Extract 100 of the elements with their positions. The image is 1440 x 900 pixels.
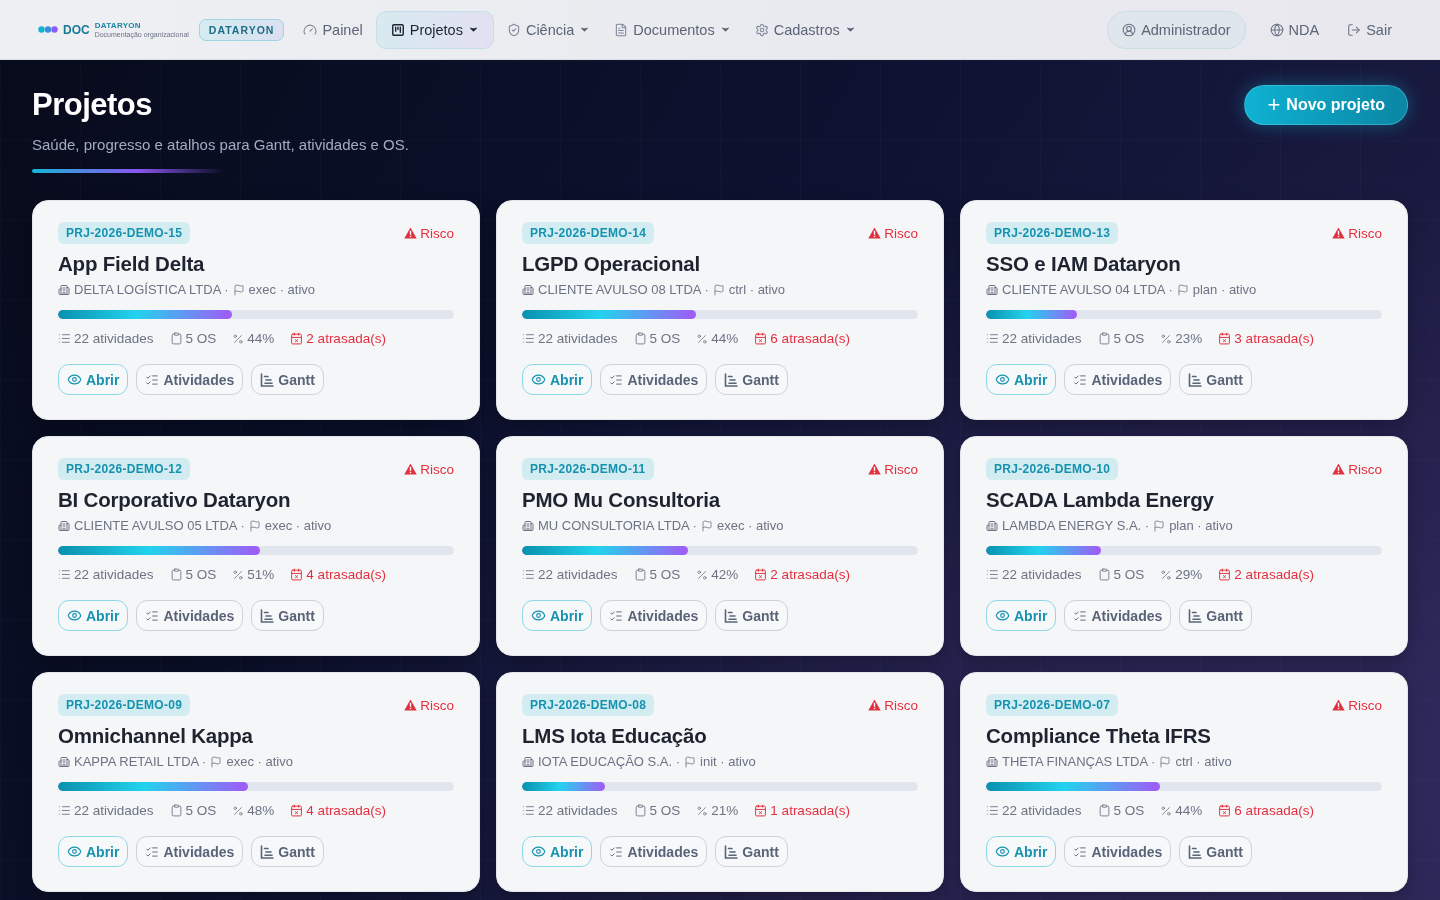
warning-icon [1332,227,1346,239]
project-code: PRJ-2026-DEMO-11 [522,458,654,480]
open-button[interactable]: Abrir [986,364,1057,395]
nav-item[interactable]: Projetos [375,10,494,49]
nav-item[interactable]: Ciência [495,10,602,49]
flag-icon [1153,519,1166,532]
project-stage: exec · ativo [716,518,784,533]
gantt-button[interactable]: Gantt [251,600,324,631]
percent-icon [232,568,245,581]
open-button[interactable]: Abrir [58,364,129,395]
activities-button[interactable]: Atividades [600,364,708,395]
building-icon [522,519,534,532]
open-button[interactable]: Abrir [986,600,1057,631]
eye-icon [995,608,1010,623]
progress-percent: 48% [247,803,275,818]
activities-count: 22 atividades [538,331,618,346]
gantt-icon [724,372,739,387]
new-project-button[interactable]: + Novo projeto [1244,85,1408,125]
activities-button[interactable]: Atividades [1064,600,1172,631]
gantt-button[interactable]: Gantt [715,836,788,867]
gantt-button[interactable]: Gantt [1179,364,1252,395]
gantt-button[interactable]: Gantt [1179,600,1252,631]
flag-icon [700,519,713,532]
list-icon [522,804,535,817]
flag-icon [248,519,261,532]
open-button[interactable]: Abrir [522,600,593,631]
clipboard-icon [169,568,183,581]
gantt-icon [260,372,275,387]
percent-icon [696,568,709,581]
gantt-icon [260,844,275,859]
percent-icon [696,332,709,345]
gantt-button[interactable]: Gantt [251,364,324,395]
progress-percent: 44% [1175,803,1203,818]
eye-icon [995,844,1010,859]
flag-icon [210,755,223,768]
activities-button[interactable]: Atividades [136,600,244,631]
clipboard-icon [633,568,647,581]
open-button[interactable]: Abrir [58,836,129,867]
eye-icon [67,608,82,623]
late-count: 2 atrasada(s) [770,567,850,582]
activities-button[interactable]: Atividades [136,364,244,395]
project-stage: exec · ativo [226,754,293,769]
project-title: Compliance Theta IFRS [986,723,1212,749]
client-name: CLIENTE AVULSO 08 LTDA · [538,282,709,297]
late-count: 2 atrasada(s) [1234,567,1314,582]
list-icon [986,568,999,581]
building-icon [986,755,998,768]
gantt-icon [260,608,275,623]
warning-icon [1332,699,1346,711]
open-button[interactable]: Abrir [522,836,593,867]
clipboard-icon [1097,332,1111,345]
activities-button[interactable]: Atividades [600,600,708,631]
activities-count: 22 atividades [74,803,154,818]
open-button[interactable]: Abrir [522,364,593,395]
workspace-badge: DATARYON [198,18,285,41]
client-name: IOTA EDUCAÇÃO S.A. · [538,754,681,769]
user-menu[interactable]: Administrador [1107,10,1246,49]
nav-item[interactable]: Cadastros [743,10,867,49]
risk-text: Risco [420,225,454,241]
project-code: PRJ-2026-DEMO-09 [58,694,191,716]
building-icon [58,755,70,768]
calendar-x-icon [290,568,304,581]
project-title: App Field Delta [58,251,206,277]
late-count: 6 atrasada(s) [770,331,850,346]
building-icon [986,519,998,532]
logout-button[interactable]: Sair [1335,10,1404,49]
activities-button[interactable]: Atividades [1064,836,1172,867]
settings-icon [754,22,769,37]
activities-button[interactable]: Atividades [136,836,244,867]
checklist-icon [1073,844,1088,859]
eye-icon [995,372,1010,387]
open-button[interactable]: Abrir [58,600,129,631]
activities-count: 22 atividades [538,803,618,818]
late-count: 4 atrasada(s) [306,567,386,582]
client-name: CLIENTE AVULSO 04 LTDA · [1002,282,1173,297]
building-icon [522,755,534,768]
os-count: 5 OS [185,803,217,818]
clipboard-icon [169,332,183,345]
nav-item[interactable]: Painel [292,10,374,49]
gantt-button[interactable]: Gantt [1179,836,1252,867]
gantt-button[interactable]: Gantt [251,836,324,867]
percent-icon [696,804,709,817]
gantt-button[interactable]: Gantt [715,600,788,631]
calendar-x-icon [754,568,768,581]
nav-item[interactable]: Documentos [603,10,742,49]
warning-icon [868,699,882,711]
open-button[interactable]: Abrir [986,836,1057,867]
activities-count: 22 atividades [74,331,154,346]
client-name: LAMBDA ENERGY S.A. · [1002,518,1150,533]
activities-button[interactable]: Atividades [600,836,708,867]
activities-button[interactable]: Atividades [1064,364,1172,395]
list-icon [986,804,999,817]
shield-icon [506,22,521,37]
calendar-x-icon [290,804,304,817]
gantt-button[interactable]: Gantt [715,364,788,395]
warning-icon [868,227,882,239]
nda-link[interactable]: NDA [1257,10,1332,49]
risk-text: Risco [884,461,918,477]
project-title: SSO e IAM Dataryon [986,251,1182,277]
progress-percent: 44% [247,331,275,346]
